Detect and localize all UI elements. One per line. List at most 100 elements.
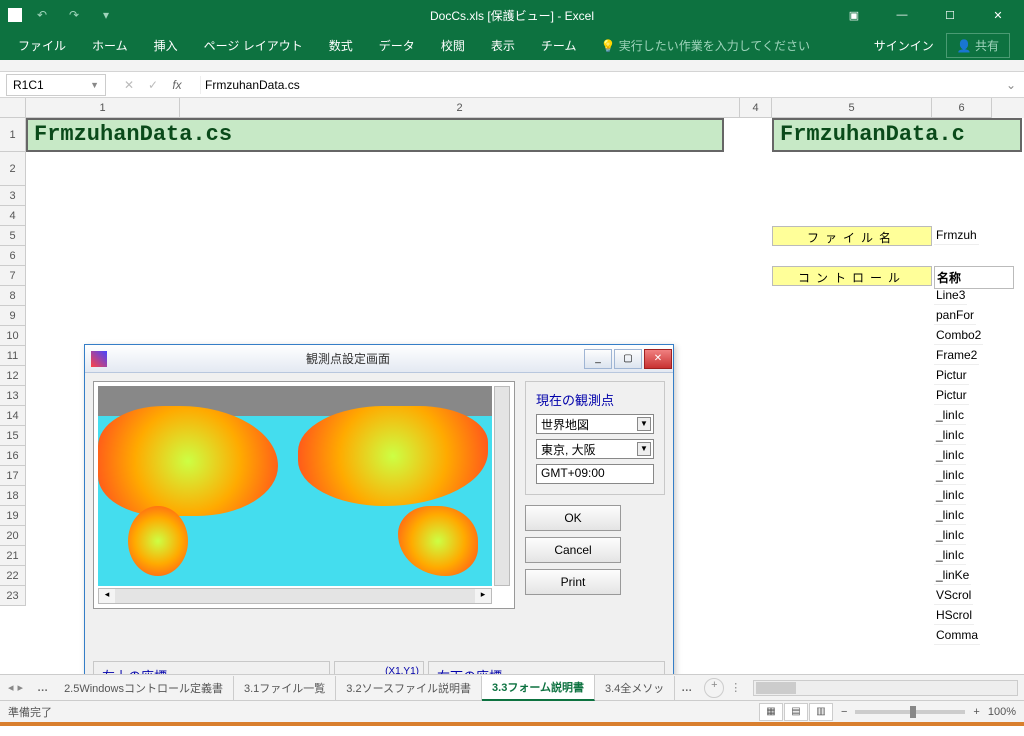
cell-value[interactable]: _linIc <box>934 546 966 565</box>
row-header[interactable]: 19 <box>0 506 26 526</box>
map-vscrollbar[interactable] <box>494 386 510 586</box>
zoom-in-button[interactable]: + <box>973 706 979 718</box>
row-header[interactable]: 9 <box>0 306 26 326</box>
city-combo[interactable]: 東京, 大阪 ▼ <box>536 439 654 459</box>
row-header[interactable]: 12 <box>0 366 26 386</box>
col-header[interactable]: 5 <box>772 98 932 118</box>
ribbon-display-options[interactable]: ▣ <box>832 0 876 30</box>
formula-bar-expand-icon[interactable]: ⌄ <box>998 78 1024 92</box>
ok-button[interactable]: OK <box>525 505 621 531</box>
row-header[interactable]: 1 <box>0 118 26 152</box>
print-button[interactable]: Print <box>525 569 621 595</box>
sheet-tab[interactable]: 3.1ファイル一覧 <box>234 676 336 700</box>
cell-title-b[interactable]: FrmzuhanData.c <box>772 118 1022 152</box>
row-header[interactable]: 7 <box>0 266 26 286</box>
name-box[interactable]: R1C1 ▼ <box>6 74 106 96</box>
cell-value[interactable]: _linIc <box>934 506 966 525</box>
row-header[interactable]: 22 <box>0 566 26 586</box>
page-layout-view-button[interactable]: ▤ <box>784 703 808 721</box>
tab-home[interactable]: ホーム <box>80 33 140 58</box>
undo-button[interactable]: ↶ <box>30 3 54 27</box>
dialog-titlebar[interactable]: 観測点設定画面 _ ▢ ✕ <box>85 345 673 373</box>
zoom-out-button[interactable]: − <box>841 706 847 718</box>
cell-value[interactable]: _linIc <box>934 426 966 445</box>
minimize-button[interactable]: — <box>880 0 924 30</box>
scroll-right-icon[interactable]: ▸ <box>475 589 491 603</box>
gmt-field[interactable]: GMT+09:00 <box>536 464 654 484</box>
cell-value[interactable]: Combo2 <box>934 326 983 345</box>
cell-title-a[interactable]: FrmzuhanData.cs <box>26 118 724 152</box>
row-header[interactable]: 11 <box>0 346 26 366</box>
zoom-slider[interactable] <box>855 710 965 714</box>
row-header[interactable]: 16 <box>0 446 26 466</box>
add-sheet-button[interactable]: + <box>704 678 724 698</box>
page-break-view-button[interactable]: ▥ <box>809 703 833 721</box>
tab-nav-prev-icon[interactable]: ▸ <box>18 681 24 694</box>
hscroll-thumb[interactable] <box>756 682 796 694</box>
cell-value[interactable]: _linIc <box>934 406 966 425</box>
cell-control-label[interactable]: コントロール <box>772 266 932 286</box>
cell-value[interactable]: _linIc <box>934 446 966 465</box>
cancel-button[interactable]: Cancel <box>525 537 621 563</box>
enter-formula-icon[interactable]: ✓ <box>144 78 162 92</box>
dialog-close-button[interactable]: ✕ <box>644 349 672 369</box>
name-box-dropdown-icon[interactable]: ▼ <box>90 80 99 90</box>
cell-value[interactable]: _linKe <box>934 566 971 585</box>
cell-value[interactable]: _linIc <box>934 466 966 485</box>
horizontal-scrollbar[interactable] <box>753 680 1018 696</box>
row-header[interactable]: 18 <box>0 486 26 506</box>
col-header[interactable]: 2 <box>180 98 740 118</box>
cell-filename-value[interactable]: Frmzuh <box>934 226 979 245</box>
tab-team[interactable]: チーム <box>529 33 589 58</box>
normal-view-button[interactable]: ▦ <box>759 703 783 721</box>
tab-review[interactable]: 校閲 <box>429 33 477 58</box>
map-hscrollbar[interactable]: ◂ ▸ <box>98 588 492 604</box>
cell-value[interactable]: HScrol <box>934 606 974 625</box>
row-header[interactable]: 14 <box>0 406 26 426</box>
row-header[interactable]: 3 <box>0 186 26 206</box>
world-map[interactable] <box>98 386 492 586</box>
row-header[interactable]: 20 <box>0 526 26 546</box>
cell-value[interactable]: Frame2 <box>934 346 979 365</box>
row-header[interactable]: 17 <box>0 466 26 486</box>
col-header[interactable]: 6 <box>932 98 992 118</box>
sheet-tab[interactable]: 3.4全メソッ <box>595 676 675 700</box>
tab-insert[interactable]: 挿入 <box>142 33 190 58</box>
cell-value[interactable]: Pictur <box>934 386 969 405</box>
close-button[interactable]: ✕ <box>976 0 1020 30</box>
tabs-overflow-right[interactable]: … <box>675 682 698 694</box>
tab-formulas[interactable]: 数式 <box>317 33 365 58</box>
row-header[interactable]: 15 <box>0 426 26 446</box>
redo-button[interactable]: ↷ <box>62 3 86 27</box>
cell-file-label[interactable]: ファイル名 <box>772 226 932 246</box>
row-header[interactable]: 5 <box>0 226 26 246</box>
qat-customize[interactable]: ▾ <box>94 3 118 27</box>
tab-view[interactable]: 表示 <box>479 33 527 58</box>
row-header[interactable]: 8 <box>0 286 26 306</box>
signin-link[interactable]: サインイン <box>874 37 934 54</box>
cell-value[interactable]: _linIc <box>934 526 966 545</box>
zoom-level[interactable]: 100% <box>988 706 1016 718</box>
row-header[interactable]: 6 <box>0 246 26 266</box>
cancel-formula-icon[interactable]: ✕ <box>120 78 138 92</box>
sheet-tab[interactable]: 2.5Windowsコントロール定義書 <box>54 676 234 700</box>
tab-data[interactable]: データ <box>367 33 427 58</box>
sheet-tab-active[interactable]: 3.3フォーム説明書 <box>482 675 595 701</box>
cell-value[interactable]: Pictur <box>934 366 969 385</box>
tab-file[interactable]: ファイル <box>6 33 78 58</box>
share-button[interactable]: 👤 共有 <box>946 33 1010 58</box>
row-header[interactable]: 13 <box>0 386 26 406</box>
dialog-minimize-button[interactable]: _ <box>584 349 612 369</box>
tab-page-layout[interactable]: ページ レイアウト <box>192 33 315 58</box>
cell-value[interactable]: VScrol <box>934 586 973 605</box>
tabs-overflow-left[interactable]: … <box>31 682 54 694</box>
worksheet[interactable]: 1 2 4 5 6 1 2 3 4 5 6 7 8 9 10 11 12 13 … <box>0 98 1024 674</box>
row-header[interactable]: 21 <box>0 546 26 566</box>
zoom-thumb[interactable] <box>910 706 916 718</box>
row-header[interactable]: 10 <box>0 326 26 346</box>
cell-value[interactable]: Comma <box>934 626 980 645</box>
scroll-left-icon[interactable]: ◂ <box>99 589 115 603</box>
col-header[interactable]: 1 <box>26 98 180 118</box>
tell-me[interactable]: 💡 実行したい作業を入力してください <box>600 37 810 54</box>
cell-value[interactable]: _linIc <box>934 486 966 505</box>
